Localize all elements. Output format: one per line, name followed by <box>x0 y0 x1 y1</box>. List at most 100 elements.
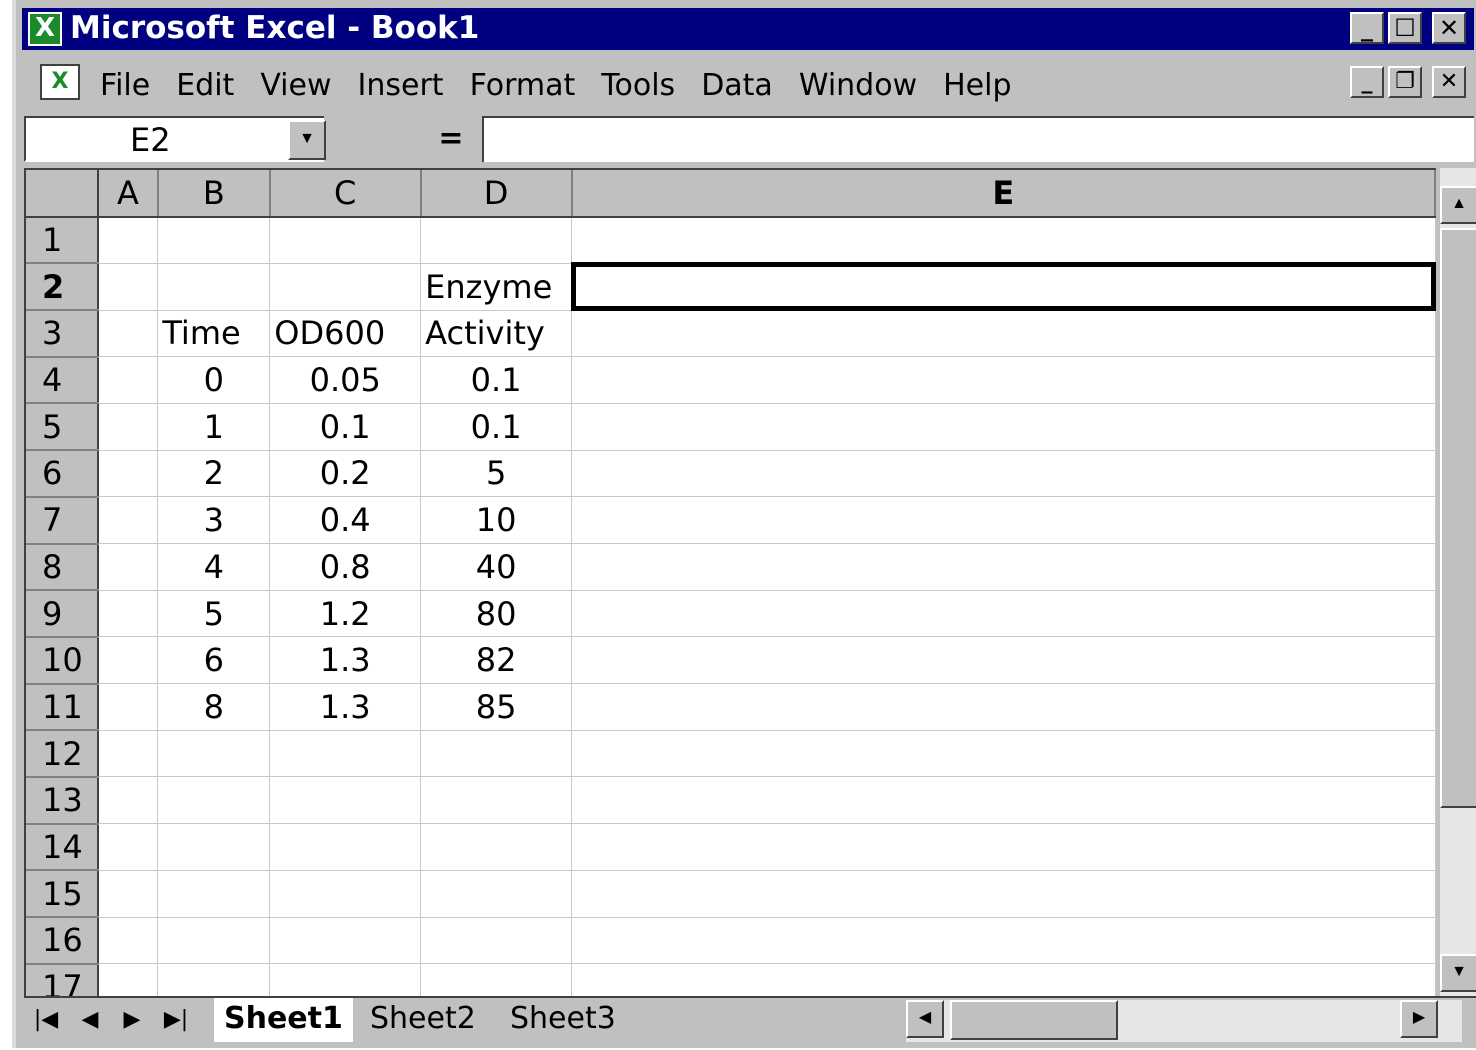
cell-d16[interactable] <box>420 917 573 965</box>
cell-b10[interactable]: 6 <box>157 636 271 685</box>
menu-edit[interactable]: Edit <box>163 66 247 106</box>
cell-b13[interactable] <box>157 776 271 825</box>
maximize-button[interactable]: ☐ <box>1388 12 1422 44</box>
cell-d1[interactable] <box>420 216 573 264</box>
workbook-icon[interactable]: X <box>40 64 80 100</box>
cell-a7[interactable] <box>97 496 159 544</box>
cell-d11[interactable]: 85 <box>420 683 573 731</box>
first-sheet-icon[interactable]: |◀ <box>26 1002 66 1040</box>
cell-d15[interactable] <box>420 870 573 918</box>
cell-b16[interactable] <box>157 917 271 965</box>
cell-d13[interactable] <box>420 776 573 825</box>
cell-c6[interactable]: 0.2 <box>269 450 422 498</box>
cell-e4[interactable] <box>571 356 1436 404</box>
select-all-corner[interactable] <box>26 170 99 218</box>
cell-b4[interactable]: 0 <box>157 356 271 404</box>
row-header-10[interactable]: 10 <box>26 636 99 685</box>
vertical-scroll-thumb[interactable] <box>1440 228 1476 808</box>
cell-b12[interactable] <box>157 730 271 778</box>
cell-e15[interactable] <box>571 870 1436 918</box>
cell-b17[interactable] <box>157 963 271 996</box>
cell-c5[interactable]: 0.1 <box>269 403 422 451</box>
cell-c14[interactable] <box>269 823 422 871</box>
cell-a16[interactable] <box>97 917 159 965</box>
cell-e11[interactable] <box>571 683 1436 731</box>
next-sheet-icon[interactable]: ▶ <box>112 1002 152 1040</box>
cell-b5[interactable]: 1 <box>157 403 271 451</box>
tab-sheet2[interactable]: Sheet2 <box>360 998 486 1042</box>
cell-b7[interactable]: 3 <box>157 496 271 544</box>
cell-e8[interactable] <box>571 543 1436 591</box>
row-header-4[interactable]: 4 <box>26 356 99 405</box>
cell-e2[interactable] <box>570 262 1436 312</box>
cell-d6[interactable]: 5 <box>420 450 573 498</box>
row-header-2[interactable]: 2 <box>26 263 99 312</box>
doc-minimize-button[interactable]: _ <box>1350 66 1384 98</box>
cell-d5[interactable]: 0.1 <box>420 403 573 451</box>
cell-a14[interactable] <box>97 823 159 871</box>
cell-b3[interactable]: Time <box>157 310 271 358</box>
cell-a3[interactable] <box>97 310 159 358</box>
scroll-right-icon[interactable]: ▶ <box>1400 1000 1438 1038</box>
cell-b15[interactable] <box>157 870 271 918</box>
edit-formula-button[interactable]: = <box>424 118 478 160</box>
name-box-dropdown-icon[interactable]: ▼ <box>288 120 326 160</box>
menu-help[interactable]: Help <box>930 66 1024 106</box>
cell-e14[interactable] <box>571 823 1436 871</box>
row-header-3[interactable]: 3 <box>26 310 99 358</box>
cell-e9[interactable] <box>571 590 1436 638</box>
column-header-b[interactable]: B <box>157 170 271 218</box>
cell-c15[interactable] <box>269 870 422 918</box>
row-header-17[interactable]: 17 <box>26 963 99 996</box>
menu-data[interactable]: Data <box>688 66 786 106</box>
cell-e10[interactable] <box>571 636 1436 685</box>
cell-b8[interactable]: 4 <box>157 543 271 591</box>
row-header-14[interactable]: 14 <box>26 823 99 872</box>
cell-a1[interactable] <box>97 216 159 264</box>
cell-d10[interactable]: 82 <box>420 636 573 685</box>
menu-view[interactable]: View <box>247 66 344 106</box>
cell-a4[interactable] <box>97 356 159 404</box>
cell-a8[interactable] <box>97 543 159 591</box>
cell-c11[interactable]: 1.3 <box>269 683 422 731</box>
cell-e12[interactable] <box>571 730 1436 778</box>
menu-window[interactable]: Window <box>786 66 930 106</box>
cell-a6[interactable] <box>97 450 159 498</box>
cell-e7[interactable] <box>571 496 1436 544</box>
horizontal-scrollbar[interactable]: ◀ ▶ <box>906 1000 1462 1042</box>
formula-input[interactable] <box>482 116 1474 162</box>
cell-d17[interactable] <box>420 963 573 996</box>
menu-tools[interactable]: Tools <box>588 66 688 106</box>
cell-c4[interactable]: 0.05 <box>269 356 422 404</box>
menu-file[interactable]: File <box>100 66 163 106</box>
scroll-down-icon[interactable]: ▼ <box>1440 954 1476 992</box>
cell-a11[interactable] <box>97 683 159 731</box>
cell-c2[interactable] <box>269 263 422 311</box>
row-header-1[interactable]: 1 <box>26 216 99 265</box>
cell-e1[interactable] <box>571 216 1436 264</box>
cell-a9[interactable] <box>97 590 159 638</box>
cell-e6[interactable] <box>571 450 1436 498</box>
cell-c12[interactable] <box>269 730 422 778</box>
cell-b2[interactable] <box>157 263 271 311</box>
cell-b11[interactable]: 8 <box>157 683 271 731</box>
cell-b9[interactable]: 5 <box>157 590 271 638</box>
cell-d7[interactable]: 10 <box>420 496 573 544</box>
cell-e16[interactable] <box>571 917 1436 965</box>
cell-c8[interactable]: 0.8 <box>269 543 422 591</box>
cell-a5[interactable] <box>97 403 159 451</box>
cell-e13[interactable] <box>571 776 1436 825</box>
row-header-7[interactable]: 7 <box>26 496 99 545</box>
cell-c7[interactable]: 0.4 <box>269 496 422 544</box>
column-header-d[interactable]: D <box>420 170 573 218</box>
column-header-a[interactable]: A <box>97 170 159 218</box>
cell-a2[interactable] <box>97 263 159 311</box>
row-header-13[interactable]: 13 <box>26 776 99 825</box>
scroll-up-icon[interactable]: ▲ <box>1440 186 1476 224</box>
row-header-11[interactable]: 11 <box>26 683 99 732</box>
cell-d12[interactable] <box>420 730 573 778</box>
previous-sheet-icon[interactable]: ◀ <box>70 1002 110 1040</box>
column-header-c[interactable]: C <box>269 170 422 218</box>
cell-d8[interactable]: 40 <box>420 543 573 591</box>
close-button[interactable]: ✕ <box>1432 12 1466 44</box>
